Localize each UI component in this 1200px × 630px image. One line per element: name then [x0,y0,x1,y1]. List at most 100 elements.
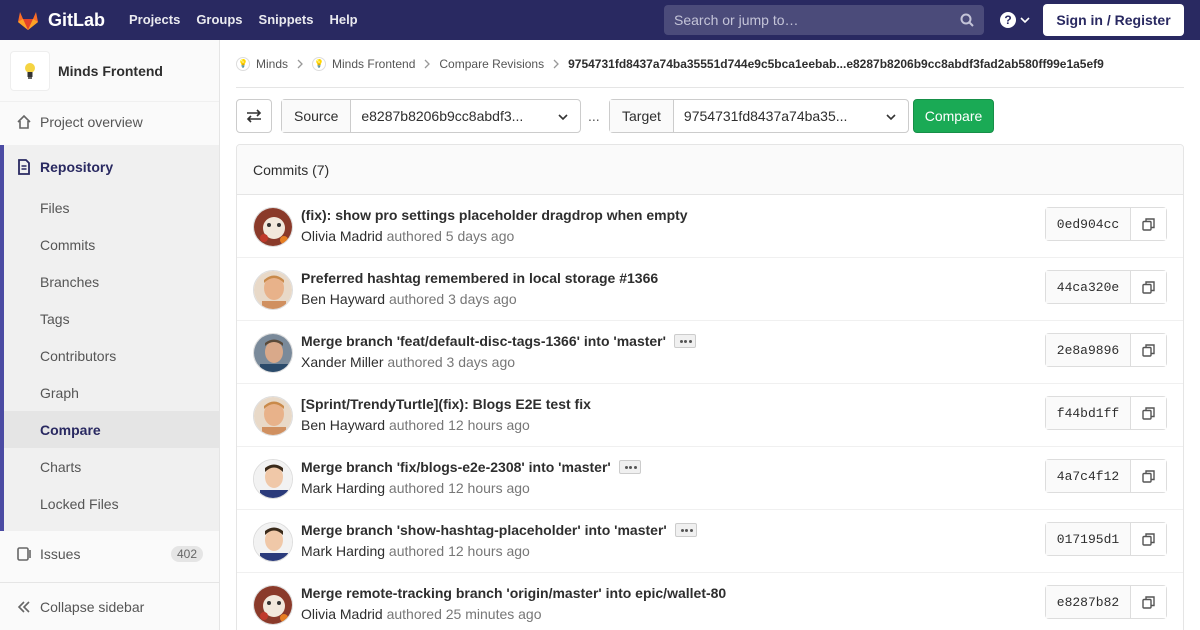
commit-author[interactable]: Olivia Madrid [301,228,383,244]
project-header[interactable]: Minds Frontend [0,40,219,102]
commit-sha-group: 44ca320e [1045,270,1167,304]
avatar[interactable] [253,270,293,310]
avatar[interactable] [253,585,293,625]
commit-time: 25 minutes ago [445,606,542,622]
compare-button[interactable]: Compare [913,99,994,133]
commits-header: Commits (7) [237,145,1183,195]
nav-link-snippets[interactable]: Snippets [251,0,322,40]
sidebar-item-commits[interactable]: Commits [4,226,219,263]
source-selector: Source e8287b8206b9cc8abdf3... [281,99,581,133]
double-chevron-left-icon [17,600,30,613]
commit-title: (fix): show pro settings placeholder dra… [301,207,688,223]
avatar[interactable] [253,522,293,562]
source-dropdown[interactable]: e8287b8206b9cc8abdf3... [351,100,580,132]
avatar[interactable] [253,333,293,373]
authored-label: authored [387,354,443,370]
commit-sha-link[interactable]: 2e8a9896 [1046,334,1131,366]
target-dropdown[interactable]: 9754731fd8437a74ba35... [674,100,908,132]
breadcrumb-item-minds[interactable]: 💡 Minds [236,56,289,71]
ellipsis-icon[interactable] [618,460,641,474]
swap-revisions-button[interactable] [236,99,272,133]
sidebar-item-graph[interactable]: Graph [4,374,219,411]
commit-author[interactable]: Mark Harding [301,543,385,559]
commit-sha-link[interactable]: 0ed904cc [1046,208,1131,240]
commit-title-link[interactable]: Merge branch 'show-hashtag-placeholder' … [301,522,667,538]
commit-meta: Olivia Madrid authored 5 days ago [301,228,514,244]
commit-title-link[interactable]: Merge remote-tracking branch 'origin/mas… [301,585,726,601]
commit-sha-link[interactable]: 4a7c4f12 [1046,460,1131,492]
sidebar-item-repository[interactable]: Repository [0,147,219,187]
collapse-sidebar-button[interactable]: Collapse sidebar [0,582,219,630]
target-label: Target [610,100,674,132]
sidebar-item-tags[interactable]: Tags [4,300,219,337]
commit-title-link[interactable]: (fix): show pro settings placeholder dra… [301,207,688,223]
commits-panel: Commits (7) (fix): show pro settings pla… [236,144,1184,630]
copy-sha-button[interactable] [1131,586,1166,618]
commit-title-link[interactable]: Merge branch 'fix/blogs-e2e-2308' into '… [301,459,611,475]
commit-sha-link[interactable]: 017195d1 [1046,523,1131,555]
commit-row: Preferred hashtag remembered in local st… [237,258,1183,321]
sidebar-item-files[interactable]: Files [4,189,219,226]
sidebar-item-branches[interactable]: Branches [4,263,219,300]
commit-sha-link[interactable]: f44bd1ff [1046,397,1131,429]
nav-link-groups[interactable]: Groups [188,0,250,40]
help-dropdown[interactable]: ? [1000,12,1030,28]
breadcrumb: 💡 Minds 💡 Minds Frontend Compare Revisio… [236,40,1184,88]
copy-sha-button[interactable] [1131,208,1166,240]
breadcrumb-label: Minds [256,56,289,71]
project-avatar [10,50,50,91]
avatar[interactable] [253,459,293,499]
breadcrumb-item-project[interactable]: 💡 Minds Frontend [312,56,415,71]
commit-title-link[interactable]: Preferred hashtag remembered in local st… [301,270,658,286]
breadcrumb-item-compare[interactable]: Compare Revisions [439,57,544,71]
brand-link[interactable]: GitLab [16,0,105,40]
commit-title: Merge remote-tracking branch 'origin/mas… [301,585,726,601]
sign-in-button[interactable]: Sign in / Register [1043,4,1184,36]
commit-author[interactable]: Ben Hayward [301,417,385,433]
gitlab-tanuki-icon [18,12,38,30]
sidebar-item-compare[interactable]: Compare [4,411,219,448]
avatar[interactable] [253,396,293,436]
target-value: 9754731fd8437a74ba35... [683,108,848,124]
commit-time: 3 days ago [446,354,516,370]
sidebar-item-label: Repository [40,159,114,175]
copy-icon [1142,469,1155,483]
commit-meta: Mark Harding authored 12 hours ago [301,480,530,496]
commit-sha-group: f44bd1ff [1045,396,1167,430]
commit-author[interactable]: Mark Harding [301,480,385,496]
commit-meta: Ben Hayward authored 3 days ago [301,291,517,307]
sidebar-item-locked-files[interactable]: Locked Files [4,485,219,522]
commit-time: 12 hours ago [448,480,530,496]
commit-row: Merge remote-tracking branch 'origin/mas… [237,573,1183,630]
nav-link-help[interactable]: Help [321,0,365,40]
copy-sha-button[interactable] [1131,334,1166,366]
commit-title-link[interactable]: Merge branch 'feat/default-disc-tags-136… [301,333,666,349]
sidebar-item-issues[interactable]: Issues 402 [0,535,219,572]
copy-sha-button[interactable] [1131,460,1166,492]
commit-title-link[interactable]: [Sprint/TrendyTurtle](fix): Blogs E2E te… [301,396,591,412]
commit-meta: Xander Miller authored 3 days ago [301,354,515,370]
commit-sha-link[interactable]: 44ca320e [1046,271,1131,303]
authored-label: authored [388,480,445,496]
commit-author[interactable]: Xander Miller [301,354,383,370]
avatar[interactable] [253,207,293,247]
copy-sha-button[interactable] [1131,523,1166,555]
search-box [664,5,984,35]
commit-meta: Mark Harding authored 12 hours ago [301,543,530,559]
commit-author[interactable]: Ben Hayward [301,291,385,307]
sidebar-item-overview[interactable]: Project overview [0,103,219,140]
commit-sha-group: 017195d1 [1045,522,1167,556]
commit-title: Preferred hashtag remembered in local st… [301,270,658,286]
breadcrumb-current: 9754731fd8437a74ba35551d744e9c5bca1eebab… [568,56,1104,71]
search-input[interactable] [674,12,954,28]
copy-sha-button[interactable] [1131,397,1166,429]
ellipsis-icon[interactable] [674,523,697,537]
copy-sha-button[interactable] [1131,271,1166,303]
sidebar-item-contributors[interactable]: Contributors [4,337,219,374]
commit-sha-group: 2e8a9896 [1045,333,1167,367]
commit-sha-link[interactable]: e8287b82 [1046,586,1131,618]
sidebar-item-charts[interactable]: Charts [4,448,219,485]
ellipsis-icon[interactable] [673,334,696,348]
commit-author[interactable]: Olivia Madrid [301,606,383,622]
nav-link-projects[interactable]: Projects [121,0,188,40]
